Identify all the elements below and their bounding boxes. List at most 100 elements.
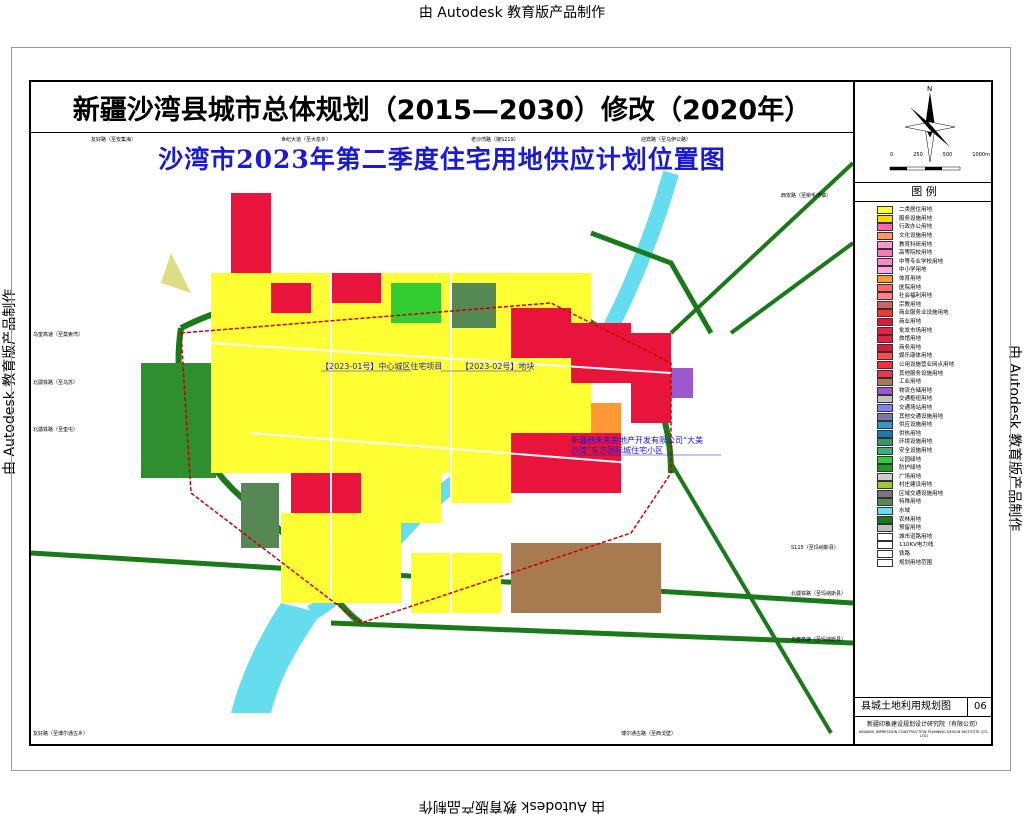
legend-label: 公用设施营业网点用地 bbox=[899, 361, 955, 368]
legend-item: 铁路 bbox=[877, 550, 987, 559]
residential-block bbox=[281, 513, 401, 603]
legend-swatch bbox=[877, 532, 893, 541]
legend-label: 规划用地范围 bbox=[899, 559, 933, 566]
legend-label: 供应设施用地 bbox=[899, 422, 933, 429]
map-area[interactable]: 友好路（至安集海） 世纪大道（至大泉乡） 老沙湾路（接S219） 迎宾路（至乌伊… bbox=[30, 133, 855, 744]
park-block bbox=[391, 283, 441, 323]
north-label: N bbox=[927, 85, 932, 93]
legend-item: 其他服务设施用地 bbox=[877, 369, 987, 378]
legend-label: 110KV电力线 bbox=[899, 542, 934, 549]
legend-swatch bbox=[877, 300, 893, 309]
legend-label: 商业用地 bbox=[899, 319, 922, 326]
legend-label: 服务设施用地 bbox=[899, 215, 933, 222]
side-panel: N 0 250 500 1000m 图 例 二类居住用地 服务设施用地 行政办公用地… bbox=[853, 82, 993, 744]
legend-swatch bbox=[877, 369, 893, 378]
legend-item: 公园绿地 bbox=[877, 455, 987, 464]
legend-swatch bbox=[877, 309, 893, 318]
legend-label: 区域交通设施用地 bbox=[899, 490, 944, 497]
legend-item: 供热用地 bbox=[877, 429, 987, 438]
legend-label: 中等专业学校用地 bbox=[899, 258, 944, 265]
legend-label: 广场用地 bbox=[899, 473, 922, 480]
legend-item: 城市道路用地 bbox=[877, 532, 987, 542]
legend-item: 特殊用地 bbox=[877, 498, 987, 507]
legend-swatch bbox=[877, 421, 893, 430]
legend-swatch bbox=[877, 395, 893, 404]
legend-label: 公园绿地 bbox=[899, 456, 922, 463]
legend-label: 农林用地 bbox=[899, 516, 922, 523]
legend-swatch bbox=[877, 498, 893, 507]
legend-swatch bbox=[877, 438, 893, 447]
legend-swatch bbox=[877, 266, 893, 275]
legend-label: 交通枢纽用地 bbox=[899, 396, 933, 403]
road-label: 博尔通古路（至西戈壁） bbox=[621, 730, 676, 737]
legend-label: 其他服务设施用地 bbox=[899, 370, 944, 377]
legend-label: 其他交通设施用地 bbox=[899, 413, 944, 420]
legend-swatch bbox=[877, 412, 893, 421]
legend-label: 社会福利用地 bbox=[899, 293, 933, 300]
legend-swatch bbox=[877, 326, 893, 335]
legend-item: 交通枢纽用地 bbox=[877, 395, 987, 404]
commercial-block bbox=[571, 323, 631, 383]
legend-item: 中小学用地 bbox=[877, 266, 987, 275]
legend-item: 旅馆用地 bbox=[877, 335, 987, 344]
legend-item: 二类居住用地 bbox=[877, 206, 987, 215]
legend-swatch bbox=[877, 446, 893, 455]
legend-swatch bbox=[877, 360, 893, 369]
road-label: 北疆铁路（至玛纳斯县） bbox=[791, 590, 846, 597]
commercial-block bbox=[271, 283, 311, 313]
road-label: S115（至玛纳斯县） bbox=[791, 544, 839, 551]
legend-label: 医院用地 bbox=[899, 284, 922, 291]
legend-label: 娱乐康体用地 bbox=[899, 353, 933, 360]
legend-swatch bbox=[877, 292, 893, 301]
village-parcel bbox=[161, 253, 191, 293]
commercial-block bbox=[331, 273, 381, 303]
road-label: 友好路（至博尔通古乡） bbox=[33, 730, 88, 737]
legend-item: 教育科研用地 bbox=[877, 240, 987, 249]
legend-swatch bbox=[877, 206, 893, 215]
legend-swatch bbox=[877, 524, 893, 533]
legend-item: 其他交通设施用地 bbox=[877, 412, 987, 421]
legend-swatch bbox=[877, 429, 893, 438]
legend-item: 社会福利用地 bbox=[877, 292, 987, 301]
legend-swatch bbox=[877, 223, 893, 232]
legend-item: 商务用地 bbox=[877, 343, 987, 353]
commercial-block bbox=[511, 308, 571, 358]
institute-name-en: XINJIANG IMPRESSION CONSTRUCTION PLANNIN… bbox=[858, 730, 990, 738]
legend-label: 工业用地 bbox=[899, 379, 922, 386]
legend-label: 中小学用地 bbox=[899, 267, 927, 274]
forest-land bbox=[141, 363, 216, 478]
legend-item: 高等院校用地 bbox=[877, 249, 987, 258]
legend-label: 宗教用地 bbox=[899, 301, 922, 308]
road-ne-diagonal bbox=[669, 161, 855, 335]
legend-label: 特殊用地 bbox=[899, 499, 922, 506]
legend-label: 预留用地 bbox=[899, 525, 922, 532]
site-annotation-3-line2: 沙湾”东方国际城住宅小区 bbox=[571, 445, 663, 455]
logistics-block bbox=[671, 368, 693, 398]
legend-swatch bbox=[877, 489, 893, 498]
legend-label: 旅馆用地 bbox=[899, 336, 922, 343]
legend-label: 安全设施用地 bbox=[899, 447, 933, 454]
legend-label: 教育科研用地 bbox=[899, 241, 933, 248]
legend-swatch bbox=[877, 257, 893, 266]
legend-item: 医院用地 bbox=[877, 283, 987, 292]
commercial-block bbox=[291, 473, 361, 513]
legend-label: 批发市场用地 bbox=[899, 327, 933, 334]
legend-swatch bbox=[877, 455, 893, 464]
institute-name: 新疆印象建设规划设计研究院（有限公司） bbox=[866, 721, 981, 728]
legend-swatch bbox=[877, 541, 893, 550]
map-subtitle: 沙湾市2023年第二季度住宅用地供应计划位置图 bbox=[158, 145, 726, 174]
legend-item: 中等专业学校用地 bbox=[877, 257, 987, 267]
legend-item: 规划用地范围 bbox=[877, 558, 987, 567]
legend-swatch bbox=[877, 232, 893, 241]
watermark-top: 由 Autodesk 教育版产品制作 bbox=[418, 5, 606, 21]
legend-label: 高等院校用地 bbox=[899, 250, 933, 257]
legend-item: 娱乐康体用地 bbox=[877, 352, 987, 361]
legend-item: 物流仓储用地 bbox=[877, 386, 987, 395]
legend-swatch bbox=[877, 515, 893, 524]
land-use-map: 友好路（至安集海） 世纪大道（至大泉乡） 老沙湾路（接S219） 迎宾路（至乌伊… bbox=[30, 136, 855, 737]
legend-label: 水域 bbox=[899, 508, 911, 515]
legend-swatch bbox=[877, 558, 893, 567]
residential-block bbox=[411, 553, 501, 613]
legend-swatch bbox=[877, 386, 893, 395]
scale-label: 1000m bbox=[972, 152, 990, 158]
